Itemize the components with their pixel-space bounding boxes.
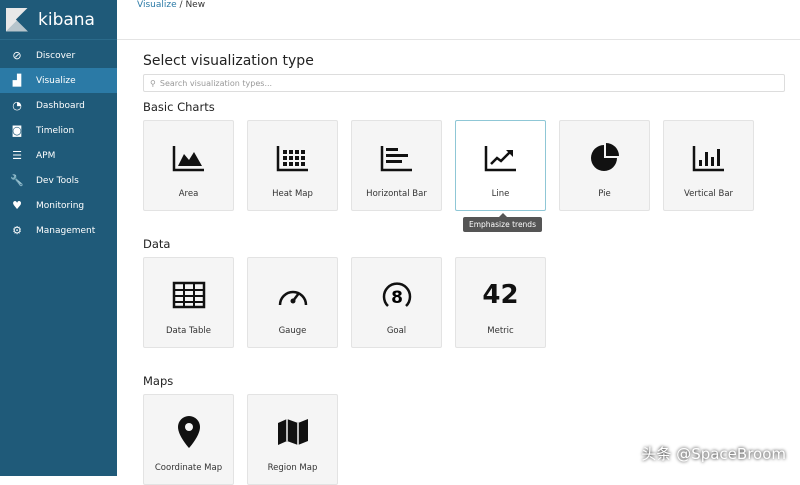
sidebar: kibana ⊘ Discover ▟ Visualize ◔ Dashboard ◙ Tim… (0, 0, 117, 476)
region-map-icon (276, 417, 310, 447)
viz-type-label: Vertical Bar (683, 189, 734, 199)
breadcrumb-visualize[interactable]: Visualize (137, 0, 177, 10)
pie-icon (588, 143, 622, 173)
viz-type-label: Metric (487, 326, 514, 336)
heat-map-icon (276, 143, 310, 173)
viz-type-coordinate-map[interactable]: Coordinate Map (143, 394, 234, 485)
breadcrumb-separator: / (179, 0, 183, 10)
breadcrumb-current: New (185, 0, 206, 10)
gear-icon: ⚙ (12, 224, 22, 237)
tooltip: Emphasize trends (463, 213, 542, 232)
sidebar-item-label: Management (36, 225, 96, 236)
sidebar-item-dashboard[interactable]: ◔ Dashboard (0, 93, 117, 118)
area-icon (172, 143, 206, 173)
goal-icon: 8 (380, 280, 414, 310)
viz-type-goal[interactable]: 8 Goal (351, 257, 442, 348)
sidebar-item-discover[interactable]: ⊘ Discover (0, 43, 117, 68)
metric-icon: 42 (482, 280, 518, 310)
viz-type-area[interactable]: Area (143, 120, 234, 211)
watermark: 头条 @SpaceBroom (641, 445, 786, 463)
search-placeholder: Search visualization types... (159, 78, 273, 88)
viz-type-label: Region Map (267, 463, 318, 473)
sidebar-item-label: Discover (36, 50, 76, 61)
viz-type-label: Pie (598, 189, 611, 199)
viz-type-label: Area (178, 189, 199, 199)
sidebar-item-management[interactable]: ⚙ Management (0, 218, 117, 243)
heartbeat-icon: ♥ (12, 199, 22, 212)
horizontal-bar-icon (380, 143, 414, 173)
kibana-logo-icon (6, 7, 28, 32)
gauge-icon (276, 280, 310, 310)
viz-type-label: Line (491, 189, 510, 199)
vertical-bar-icon (692, 143, 726, 173)
metric-value: 42 (482, 280, 519, 310)
line-icon (484, 143, 518, 173)
bar-chart-icon: ▟ (12, 74, 22, 87)
dashboard-icon: ◔ (12, 99, 22, 112)
search-input[interactable]: ⚲ Search visualization types... (143, 74, 785, 92)
coordinate-map-icon (174, 416, 204, 448)
compass-icon: ⊘ (12, 49, 22, 62)
sidebar-item-monitoring[interactable]: ♥ Monitoring (0, 193, 117, 218)
sidebar-item-apm[interactable]: ☰ APM (0, 143, 117, 168)
sidebar-item-label: Timelion (36, 125, 75, 136)
search-icon: ⚲ (150, 78, 156, 88)
viz-type-label: Gauge (278, 326, 307, 336)
wrench-icon: 🔧 (10, 174, 24, 187)
timelion-icon: ◙ (11, 124, 23, 137)
viz-type-label: Goal (386, 326, 407, 336)
viz-type-line[interactable]: Line Emphasize trends (455, 120, 546, 232)
sidebar-item-label: Monitoring (36, 200, 85, 211)
viz-type-label: Coordinate Map (154, 463, 223, 473)
viz-type-label: Heat Map (272, 189, 313, 199)
viz-type-pie[interactable]: Pie (559, 120, 650, 211)
sidebar-item-dev-tools[interactable]: 🔧 Dev Tools (0, 168, 117, 193)
sidebar-item-visualize[interactable]: ▟ Visualize (0, 68, 117, 93)
viz-type-vertical-bar[interactable]: Vertical Bar (663, 120, 754, 211)
sidebar-item-label: Visualize (36, 75, 76, 86)
sidebar-item-label: Dev Tools (36, 175, 79, 186)
page-title: Select visualization type (143, 53, 314, 69)
viz-type-metric[interactable]: 42 Metric (455, 257, 546, 348)
viz-type-label: Data Table (166, 326, 211, 336)
kibana-logo[interactable]: kibana (0, 0, 117, 40)
apm-icon: ☰ (12, 149, 22, 162)
section-title: Basic Charts (143, 100, 215, 114)
data-table-icon (172, 280, 206, 310)
brand-name: kibana (38, 9, 95, 30)
header: Visualize / New (117, 0, 800, 40)
section-title: Maps (143, 374, 174, 388)
viz-type-gauge[interactable]: Gauge (247, 257, 338, 348)
sidebar-item-timelion[interactable]: ◙ Timelion (0, 118, 117, 143)
viz-type-region-map[interactable]: Region Map (247, 394, 338, 485)
sidebar-item-label: Dashboard (36, 100, 85, 111)
sidebar-item-label: APM (36, 150, 56, 161)
viz-type-data-table[interactable]: Data Table (143, 257, 234, 348)
goal-value: 8 (391, 288, 403, 308)
viz-type-label: Horizontal Bar (366, 189, 427, 199)
viz-type-heat-map[interactable]: Heat Map (247, 120, 338, 211)
main-content: Select visualization type ⚲ Search visual… (143, 40, 785, 485)
viz-type-horizontal-bar[interactable]: Horizontal Bar (351, 120, 442, 211)
breadcrumb: Visualize / New (137, 0, 205, 10)
section-title: Data (143, 237, 171, 251)
